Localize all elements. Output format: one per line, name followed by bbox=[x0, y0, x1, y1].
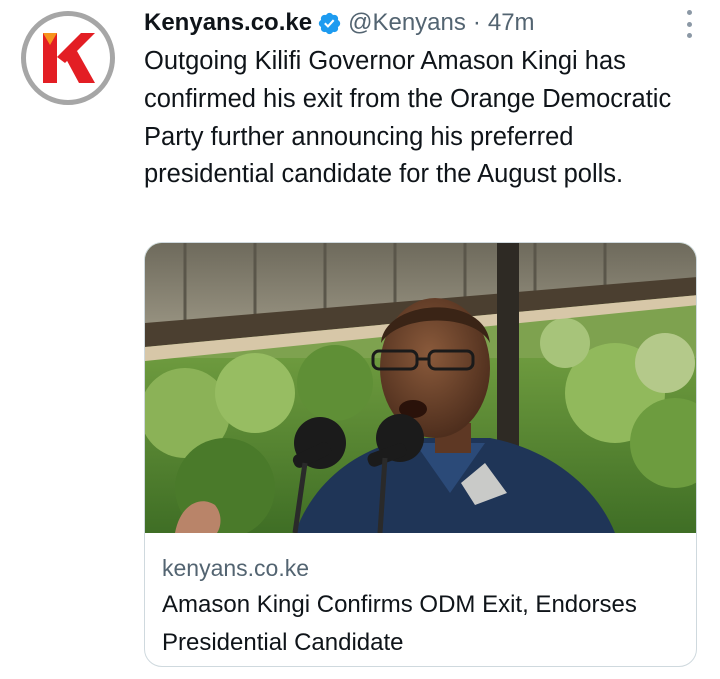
header-separator: · bbox=[472, 9, 481, 36]
tweet-text: Outgoing Kilifi Governor Amason Kingi ha… bbox=[144, 47, 672, 189]
link-card[interactable]: kenyans.co.ke Amason Kingi Confirms ODM … bbox=[144, 242, 697, 667]
tweet-header: Kenyans.co.ke @Kenyans · 47m bbox=[144, 4, 700, 42]
article-photo bbox=[145, 243, 696, 533]
more-options-icon[interactable] bbox=[682, 10, 696, 38]
author-avatar[interactable] bbox=[21, 11, 115, 105]
kenyans-k-logo-icon bbox=[43, 33, 95, 83]
card-title[interactable]: Amason Kingi Confirms ODM Exit, Endorses… bbox=[162, 586, 682, 662]
card-domain: kenyans.co.ke bbox=[162, 555, 310, 581]
author-display-name[interactable]: Kenyans.co.ke bbox=[144, 4, 312, 42]
author-handle[interactable]: @Kenyans bbox=[348, 4, 466, 42]
verified-badge-icon bbox=[317, 11, 342, 36]
tweet-timestamp[interactable]: 47m bbox=[488, 4, 535, 42]
tweet[interactable]: Kenyans.co.ke @Kenyans · 47m Outgoing Ki… bbox=[0, 0, 720, 679]
